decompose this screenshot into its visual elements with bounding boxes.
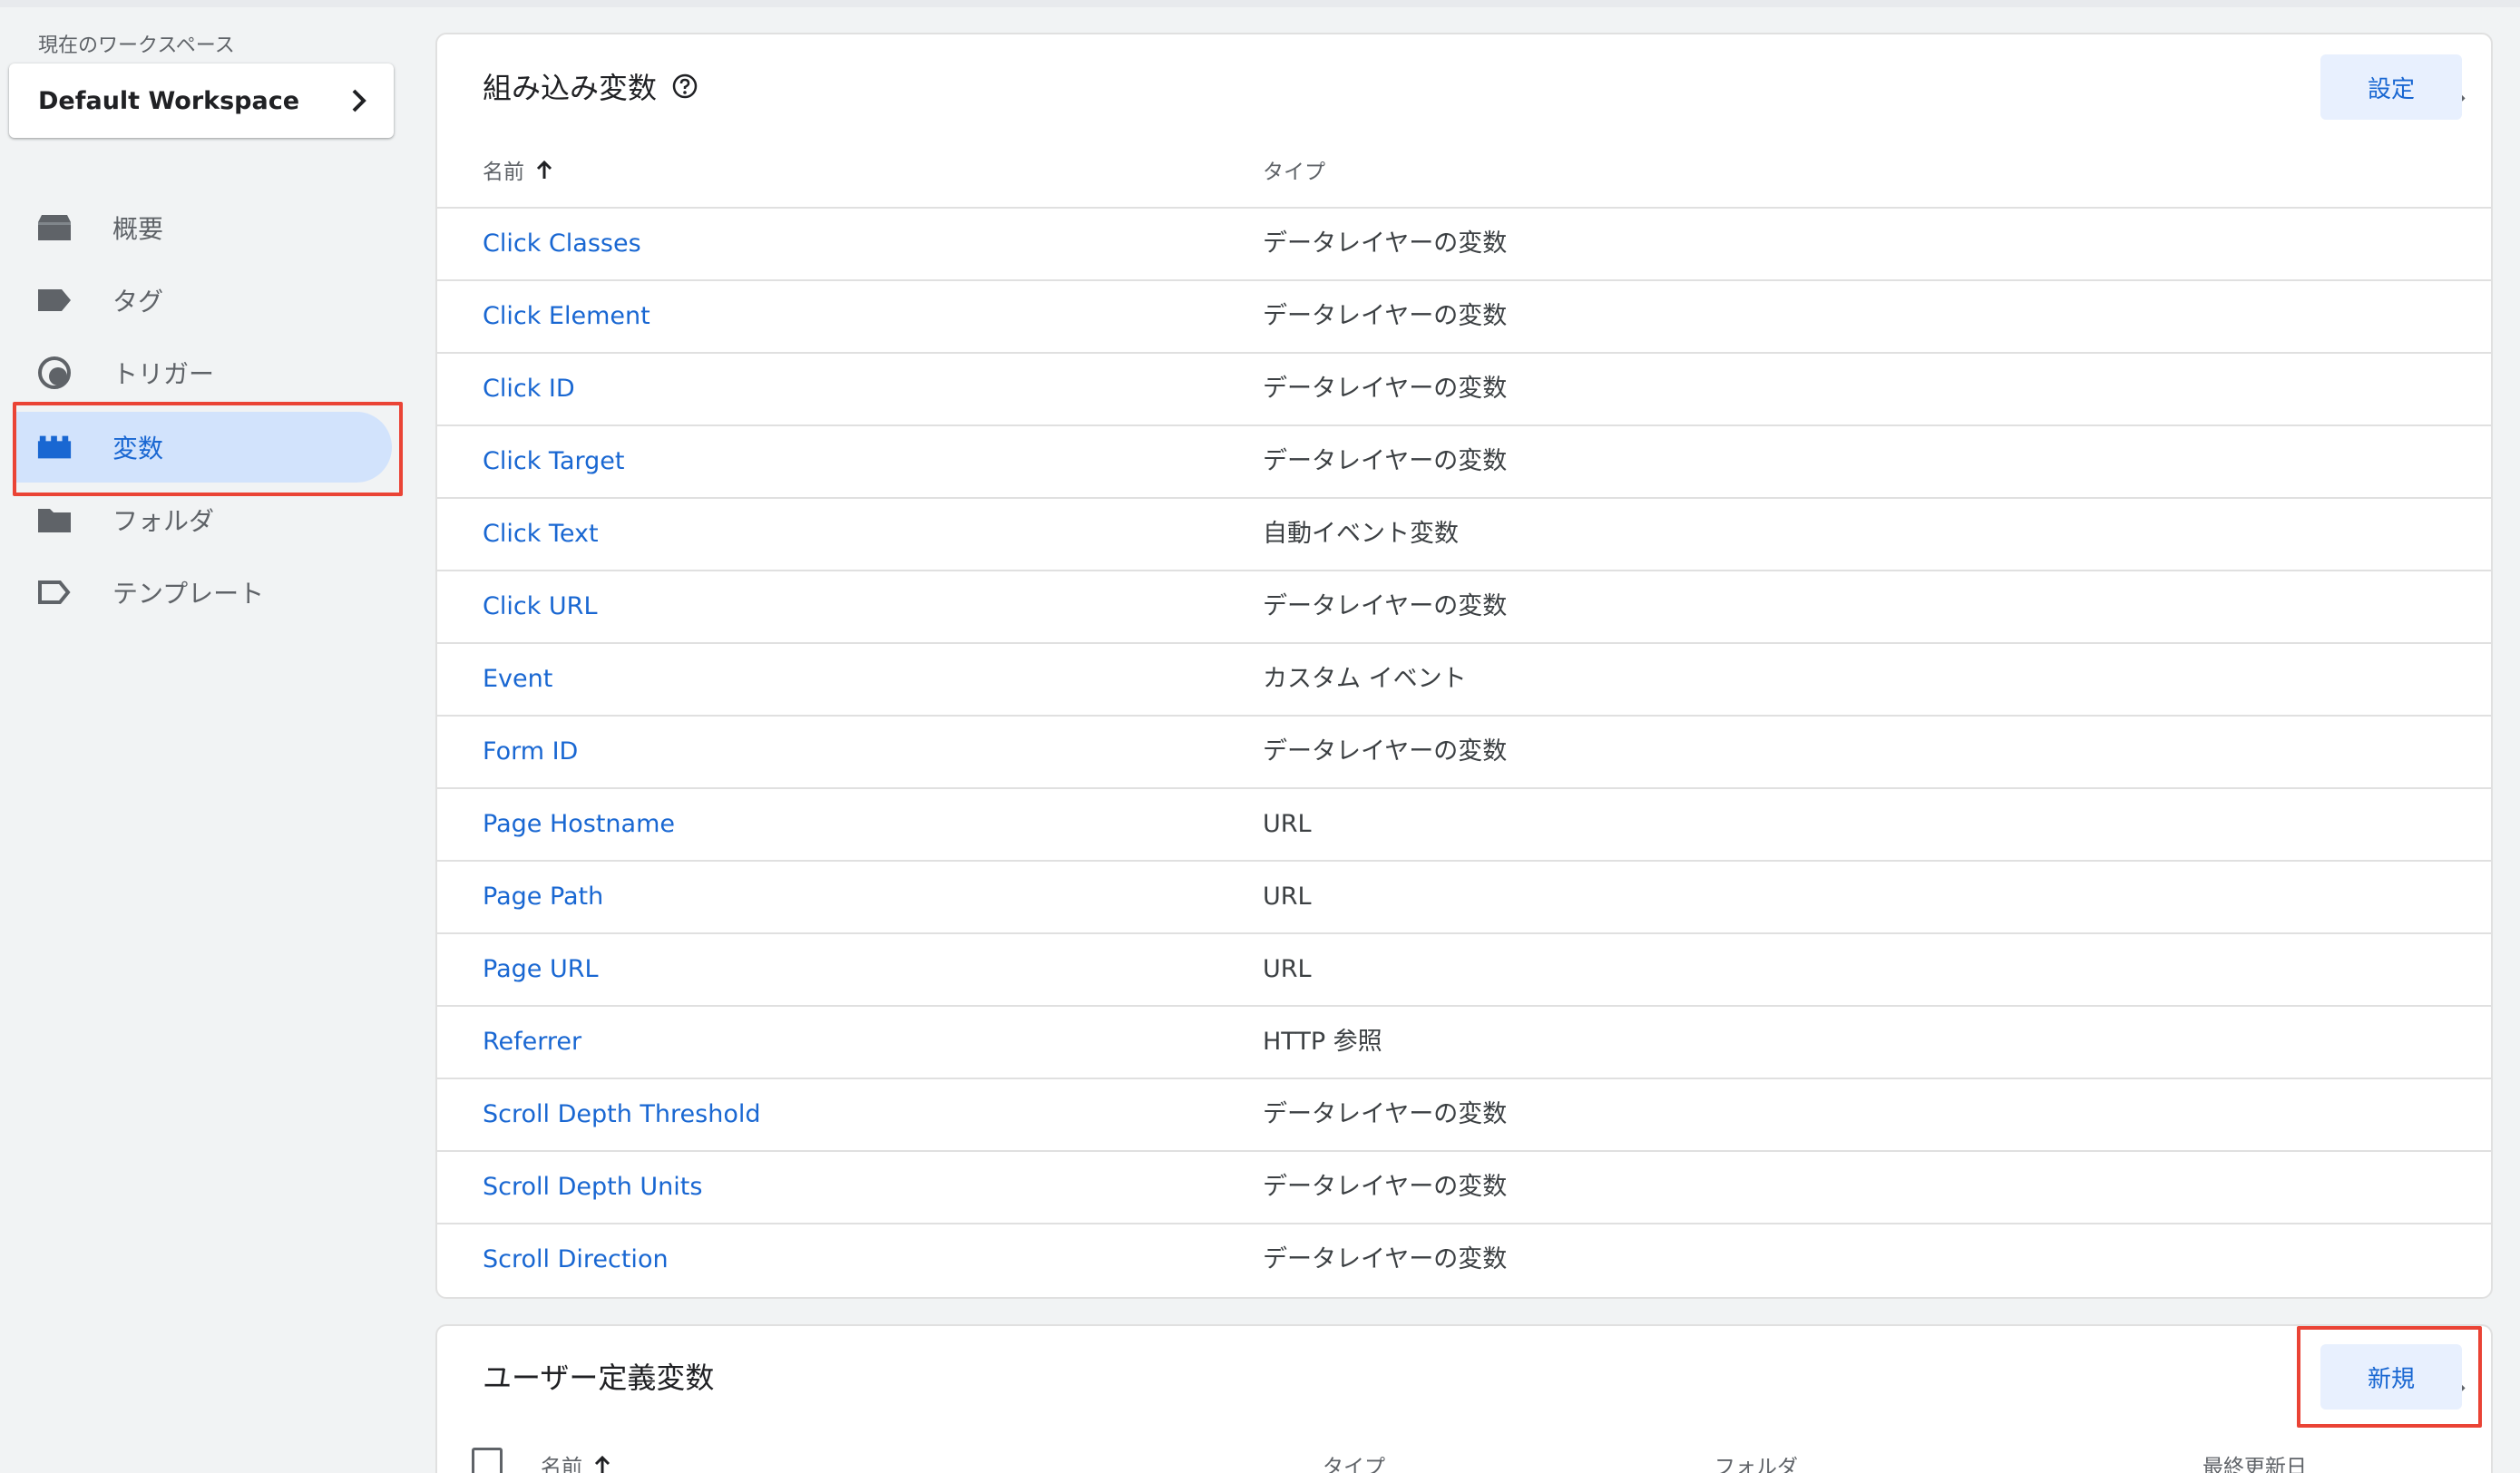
column-header-type: タイプ [1263,161,1325,184]
table-row[interactable]: Page Hostname URL [437,787,2491,860]
variable-type: データレイヤーの変数 [1263,592,1508,620]
variable-type: データレイヤーの変数 [1263,302,1508,330]
user-defined-variables-card: ユーザー定義変数 新規 名前 タイプ フォルダ 最終更新日 [435,1324,2493,1473]
variable-name-link[interactable]: Page URL [483,934,599,1005]
sidebar-item-label: トリガー [112,359,215,389]
variable-name-link[interactable]: Scroll Depth Threshold [483,1079,760,1150]
variable-type: URL [1263,883,1312,911]
variable-name-link[interactable]: Click ID [483,354,575,424]
variable-name-link[interactable]: Event [483,644,552,715]
configure-button[interactable]: 設定 [2320,54,2462,120]
table-row[interactable]: Click Text 自動イベント変数 [437,497,2491,570]
sidebar-item-templates[interactable]: テンプレート [16,557,392,628]
top-strip [0,0,2520,7]
builtin-variables-card: 組み込み変数 設定 名前 タイプ Click Classes データレイヤーの変数… [435,33,2493,1299]
variable-name-link[interactable]: Click URL [483,571,597,642]
variable-type: URL [1263,955,1312,983]
card-title-text: 組み込み変数 [483,71,658,105]
user-defined-title: ユーザー定義変数 [483,1361,715,1395]
table-row[interactable]: Form ID データレイヤーの変数 [437,715,2491,787]
sidebar-item-tags[interactable]: タグ [16,265,392,336]
variable-type: データレイヤーの変数 [1263,447,1508,475]
overview-icon [36,210,73,246]
sidebar-item-overview[interactable]: 概要 [16,192,392,263]
column-header-last-edited: 最終更新日 [2203,1456,2307,1473]
sidebar-item-label: 変数 [112,434,164,463]
table-row[interactable]: Click Element データレイヤーの変数 [437,279,2491,352]
variable-name-link[interactable]: Click Text [483,499,599,570]
variable-icon [36,429,73,465]
variable-name-link[interactable]: Scroll Depth Units [483,1152,702,1223]
table-row[interactable]: Event カスタム イベント [437,642,2491,715]
variable-type: URL [1263,810,1312,838]
table-row[interactable]: Page Path URL [437,860,2491,932]
builtin-variables-title: 組み込み変数 [483,65,698,107]
table-row[interactable]: Click ID データレイヤーの変数 [437,352,2491,424]
column-header-name[interactable]: 名前 [483,154,553,185]
table-row[interactable]: Page URL URL [437,932,2491,1005]
workspace-name: Default Workspace [38,86,300,115]
variable-name-link[interactable]: Scroll Direction [483,1224,669,1295]
variable-name-link[interactable]: Page Hostname [483,789,675,860]
arrow-up-icon [593,1454,611,1473]
variable-name-link[interactable]: Click Target [483,426,624,497]
variable-type: カスタム イベント [1263,665,1467,693]
sidebar-item-label: フォルダ [112,506,215,536]
workspace-label: 現在のワークスペース [38,34,235,57]
variable-type: HTTP 参照 [1263,1028,1382,1056]
sidebar-item-triggers[interactable]: トリガー [16,337,392,408]
variable-name-link[interactable]: Form ID [483,717,578,787]
table-row[interactable]: Click URL データレイヤーの変数 [437,570,2491,642]
table-row[interactable]: Click Classes データレイヤーの変数 [437,207,2491,279]
column-header-folder: フォルダ [1714,1456,1798,1473]
table-row[interactable]: Scroll Direction データレイヤーの変数 [437,1223,2491,1295]
table-row[interactable]: Click Target データレイヤーの変数 [437,424,2491,497]
variable-name-link[interactable]: Click Classes [483,209,641,279]
sidebar-item-variables[interactable]: 変数 [16,412,392,483]
new-variable-button[interactable]: 新規 [2320,1344,2462,1410]
sidebar-item-label: タグ [112,287,164,317]
select-all-checkbox[interactable] [472,1448,503,1473]
table-row[interactable]: Scroll Depth Units データレイヤーの変数 [437,1150,2491,1223]
sidebar-item-folders[interactable]: フォルダ [16,484,392,555]
arrow-up-icon [535,159,553,180]
table-row[interactable]: Referrer HTTP 参照 [437,1005,2491,1078]
sidebar-item-label: テンプレート [112,579,265,609]
variable-type: 自動イベント変数 [1263,520,1459,548]
table-row[interactable]: Scroll Depth Threshold データレイヤーの変数 [437,1078,2491,1150]
sidebar-item-label: 概要 [112,214,164,244]
variable-type: データレイヤーの変数 [1263,737,1508,766]
variable-type: データレイヤーの変数 [1263,1245,1508,1273]
variable-type: データレイヤーの変数 [1263,1100,1508,1128]
column-header-name[interactable]: 名前 [541,1449,611,1473]
variable-type: データレイヤーの変数 [1263,1173,1508,1201]
help-icon[interactable] [671,73,698,100]
workspace-selector[interactable]: Default Workspace [9,63,394,138]
variable-type: データレイヤーの変数 [1263,229,1508,258]
folder-icon [36,502,73,538]
template-icon [36,574,73,610]
variable-name-link[interactable]: Click Element [483,281,650,352]
variable-type: データレイヤーの変数 [1263,375,1508,403]
variable-name-link[interactable]: Referrer [483,1007,581,1078]
trigger-icon [36,355,73,391]
column-header-type: タイプ [1323,1456,1385,1473]
chevron-right-icon [350,88,368,113]
variable-name-link[interactable]: Page Path [483,862,603,932]
tag-icon [36,282,73,318]
